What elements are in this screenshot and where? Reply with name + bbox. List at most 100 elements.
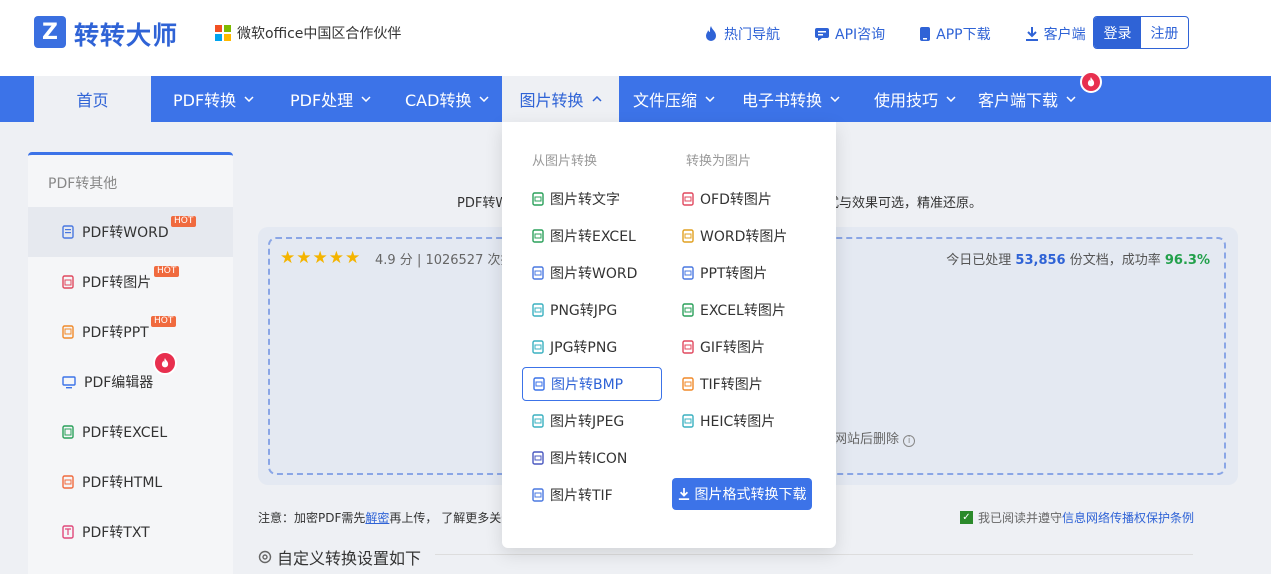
txt-file-icon <box>62 525 74 539</box>
file-icon <box>682 340 694 354</box>
hot-tag: HOT <box>154 266 180 277</box>
agreement: ✓ 我已阅读并遵守 信息网络传播权保护条例 <box>960 509 1194 526</box>
dropdown-item-label: PNG转JPG <box>550 303 618 319</box>
file-icon <box>532 229 544 243</box>
chevron-down-icon <box>705 96 715 102</box>
nav-label: PDF处理 <box>290 91 354 110</box>
html-file-icon <box>62 475 74 489</box>
nav-pdf-convert[interactable]: PDF转换 <box>173 76 254 122</box>
nav-tips[interactable]: 使用技巧 <box>874 76 956 122</box>
brand-name[interactable]: 转转大师 <box>74 16 178 52</box>
dropdown-item-from-tif[interactable]: 图片转TIF <box>522 478 662 512</box>
dropdown-item-to-ofd[interactable]: OFD转图片 <box>672 182 812 216</box>
hot-fire-badge-icon <box>1080 71 1102 93</box>
hot-tag: HOT <box>171 216 197 227</box>
login-button[interactable]: 登录 <box>1094 17 1141 48</box>
today-count: 53,856 <box>1015 253 1066 268</box>
chat-icon <box>815 28 829 41</box>
dropdown-item-label: PPT转图片 <box>700 266 768 282</box>
sidebar-item-pdf-word[interactable]: PDF转WORD <box>28 207 233 257</box>
nav-pdf-process[interactable]: PDF处理 <box>290 76 371 122</box>
agree-link[interactable]: 信息网络传播权保护条例 <box>1062 509 1194 526</box>
note: 注意：加密PDF需先解密再上传， 了解更多关于 <box>258 509 513 526</box>
today-mid: 份文档，成功率 <box>1069 253 1161 268</box>
nav-label: 文件压缩 <box>633 91 698 110</box>
header: Z 转转大师 微软office中国区合作伙伴 热门导航 API咨询 APP下载 … <box>0 0 1271 76</box>
chevron-up-icon <box>591 96 602 102</box>
dropdown-item-from-icon[interactable]: 图片转ICON <box>522 441 662 475</box>
image-convert-dropdown: 从图片转换 转换为图片 图片格式转换下载 图片转文字 图片转EXCEL 图片转WOR… <box>502 122 836 548</box>
sidebar-item-pdf-txt[interactable]: PDF转TXT <box>28 507 233 557</box>
register-button[interactable]: 注册 <box>1141 17 1188 48</box>
delete-note-text: 网站后删除 <box>834 432 900 447</box>
dropdown-item-label: 图片转TIF <box>550 488 613 504</box>
dropdown-item-label: 图片转WORD <box>550 266 638 282</box>
nav-label: CAD转换 <box>405 91 472 110</box>
dropdown-item-from-bmp[interactable]: 图片转BMP <box>522 367 662 401</box>
nav-label: 使用技巧 <box>874 91 939 110</box>
toplink-api[interactable]: API咨询 <box>814 24 885 44</box>
nav-ebook-convert[interactable]: 电子书转换 <box>742 76 840 122</box>
agree-checkbox[interactable]: ✓ <box>960 511 973 524</box>
sidebar-item-pdf-excel[interactable]: PDF转EXCEL <box>28 407 233 457</box>
today-prefix: 今日已处理 <box>946 253 1012 268</box>
sidebar-item-label: PDF转WORD <box>82 225 169 241</box>
auth-buttons: 登录 注册 <box>1093 16 1189 49</box>
today-stats: 今日已处理 53,856 份文档，成功率 96.3% <box>946 249 1210 268</box>
dropdown-item-to-gif[interactable]: GIF转图片 <box>672 330 812 364</box>
dropdown-item-from-text[interactable]: 图片转文字 <box>522 182 662 216</box>
dropdown-item-to-ppt[interactable]: PPT转图片 <box>672 256 812 290</box>
nav-home[interactable]: 首页 <box>34 76 151 122</box>
dropdown-item-to-heic[interactable]: HEIC转图片 <box>672 404 812 438</box>
dropdown-item-to-tif[interactable]: TIF转图片 <box>672 367 812 401</box>
toplink-label: 客户端 <box>1043 27 1086 43</box>
dropdown-item-to-excel[interactable]: EXCEL转图片 <box>672 293 812 327</box>
nav-file-compress[interactable]: 文件压缩 <box>633 76 715 122</box>
dropdown-item-from-jpg-png[interactable]: JPG转PNG <box>522 330 662 364</box>
download-icon <box>678 488 689 500</box>
nav-client-download[interactable]: 客户端下载 <box>978 76 1076 122</box>
toplink-hot-nav[interactable]: 热门导航 <box>703 24 780 44</box>
word-file-icon <box>62 225 74 239</box>
sidebar-item-pdf-html[interactable]: PDF转HTML <box>28 457 233 507</box>
nav-image-convert[interactable]: 图片转换 <box>502 76 619 122</box>
note-prefix: 注意：加密PDF需先 <box>258 511 366 525</box>
toplink-client[interactable]: 客户端 <box>1025 24 1086 44</box>
dropdown-item-from-jpeg[interactable]: 图片转JPEG <box>522 404 662 438</box>
dropdown-item-from-excel[interactable]: 图片转EXCEL <box>522 219 662 253</box>
sidebar-item-label: PDF转EXCEL <box>82 425 168 441</box>
decrypt-link[interactable]: 解密 <box>365 511 389 525</box>
sidebar-title: PDF转其他 <box>48 176 118 192</box>
nav-cad-convert[interactable]: CAD转换 <box>405 76 489 122</box>
custom-title-text: 自定义转换设置如下 <box>277 549 422 568</box>
file-icon <box>682 192 694 206</box>
file-icon <box>532 303 544 317</box>
dropdown-item-from-png-jpg[interactable]: PNG转JPG <box>522 293 662 327</box>
nav-label: PDF转换 <box>173 91 237 110</box>
sidebar-item-label: PDF转HTML <box>82 475 163 491</box>
sidebar-item-label: PDF转TXT <box>82 525 150 541</box>
gear-icon <box>258 550 272 564</box>
download-label: 图片格式转换下载 <box>694 487 807 503</box>
today-rate: 96.3% <box>1164 253 1210 268</box>
dropdown-from-title: 从图片转换 <box>532 154 598 169</box>
dropdown-item-to-word[interactable]: WORD转图片 <box>672 219 812 253</box>
info-icon[interactable]: i <box>903 435 916 447</box>
sidebar-item-pdf-image[interactable]: PDF转图片 <box>28 257 233 307</box>
sidebar-item-pdf-editor[interactable]: PDF编辑器 <box>28 357 233 407</box>
sidebar-item-label: PDF转图片 <box>82 275 152 291</box>
dropdown-item-label: 图片转ICON <box>550 451 628 467</box>
chevron-down-icon <box>830 96 840 102</box>
brand-logo-icon[interactable]: Z <box>34 16 66 48</box>
sidebar: PDF转其他 PDF转WORD HOT PDF转图片 HOT PDF转PPT H… <box>28 152 233 574</box>
file-icon <box>682 414 694 428</box>
dropdown-item-label: TIF转图片 <box>700 377 763 393</box>
divider <box>435 554 1193 555</box>
image-format-download-button[interactable]: 图片格式转换下载 <box>672 478 812 510</box>
nav-label: 图片转换 <box>519 91 584 110</box>
file-icon <box>682 303 694 317</box>
dropdown-item-from-word[interactable]: 图片转WORD <box>522 256 662 290</box>
toplink-app[interactable]: APP下载 <box>919 24 991 44</box>
file-icon <box>682 266 694 280</box>
sidebar-item-pdf-ppt[interactable]: PDF转PPT <box>28 307 233 357</box>
